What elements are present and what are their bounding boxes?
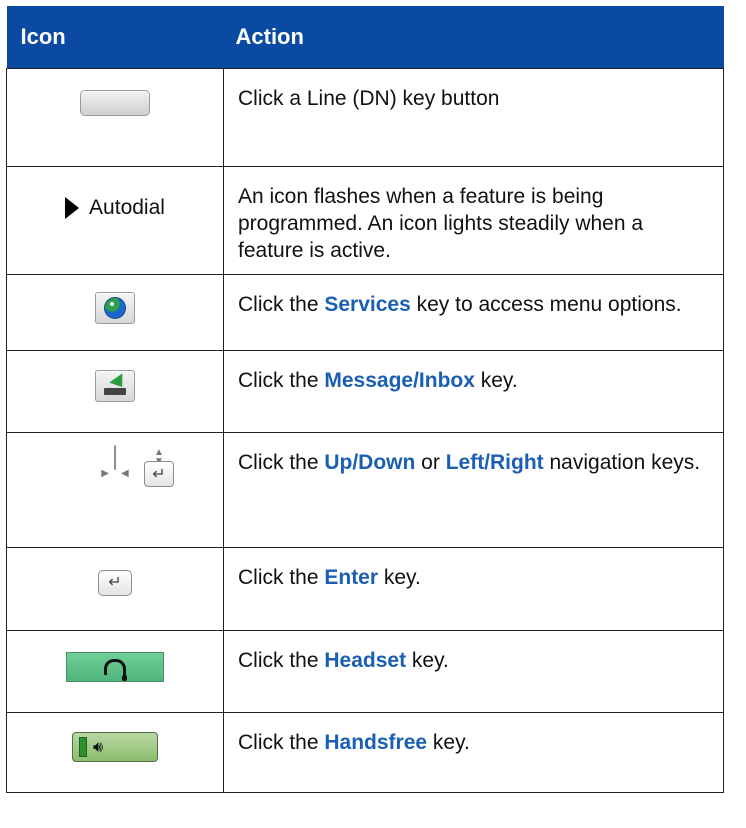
header-icon: Icon (6, 6, 224, 69)
table-row-navigation: ▲ ▼ ◀ ▶ ↵ Click the Up/Down or Left/Righ… (6, 432, 724, 548)
row-3-text-b: key to access menu options. (410, 293, 682, 316)
cell-action: Click a Line (DN) key button (223, 68, 724, 167)
table-row-handsfree: 🔊︎ Click the Handsfree key. (6, 712, 724, 793)
row-4-text-a: Click the (238, 369, 325, 392)
row-1-text: Click a Line (DN) key button (238, 87, 500, 110)
autodial-label: Autodial (89, 196, 165, 219)
cell-action: Click the Message/Inbox key. (223, 350, 724, 433)
row-5-text-a: Click the (238, 451, 325, 474)
cell-icon: ▲ ▼ ◀ ▶ ↵ (6, 432, 224, 548)
cell-action: Click the Up/Down or Left/Right navigati… (223, 432, 724, 548)
row-7-text-b: key. (406, 649, 449, 672)
message-inbox-key-icon (95, 370, 135, 402)
row-8-text-a: Click the (238, 731, 325, 754)
cell-action: Click the Handsfree key. (223, 712, 724, 793)
row-5-text-b: or (415, 451, 446, 474)
table-row-services: Click the Services key to access menu op… (6, 274, 724, 351)
line-key-button-icon (80, 90, 150, 123)
table-header-row: Icon Action (6, 6, 724, 69)
row-7-text-a: Click the (238, 649, 325, 672)
globe-icon (104, 297, 126, 319)
table-row-headset: Click the Headset key. (6, 630, 724, 713)
cell-action: Click the Enter key. (223, 547, 724, 631)
row-3-highlight: Services (324, 293, 411, 316)
services-key-icon (95, 292, 135, 326)
right-arrow-icon: ▶ (101, 468, 109, 479)
cell-action: An icon flashes when a feature is being … (223, 166, 724, 275)
headset-key-icon (66, 652, 164, 682)
inbox-icon (104, 373, 129, 395)
row-5-highlight-b: Left/Right (445, 451, 544, 474)
row-5-highlight-a: Up/Down (324, 451, 416, 474)
cell-icon: 🔊︎ (6, 712, 224, 793)
cell-action: Click the Headset key. (223, 630, 724, 713)
row-5-text-c: navigation keys. (543, 451, 701, 474)
icon-action-table: Icon Action Click a Line (DN) key button… (6, 6, 724, 793)
row-3-text-a: Click the (238, 293, 325, 316)
row-2-text: An icon flashes when a feature is being … (238, 185, 644, 262)
row-4-text-b: key. (474, 369, 518, 392)
cell-icon: ↵ (6, 547, 224, 631)
header-action: Action (223, 6, 724, 69)
handsfree-key-icon: 🔊︎ (72, 732, 158, 764)
table-row-line-key: Click a Line (DN) key button (6, 68, 724, 167)
cell-icon (6, 630, 224, 713)
row-6-text-a: Click the (238, 566, 325, 589)
cell-icon (6, 274, 224, 351)
table-row-autodial: Autodial An icon flashes when a feature … (6, 166, 724, 275)
headset-glyph-icon (104, 659, 127, 681)
row-8-highlight: Handsfree (324, 731, 428, 754)
table-row-enter: ↵ Click the Enter key. (6, 547, 724, 631)
row-7-highlight: Headset (324, 649, 407, 672)
speaker-icon: 🔊︎ (93, 738, 104, 756)
cell-icon (6, 68, 224, 167)
row-8-text-b: key. (427, 731, 470, 754)
row-4-highlight: Message/Inbox (324, 369, 475, 392)
row-6-text-b: key. (378, 566, 421, 589)
enter-key-icon: ↵ (98, 567, 132, 596)
play-triangle-icon (65, 196, 80, 219)
cell-icon: Autodial (6, 166, 224, 275)
table-row-message-inbox: Click the Message/Inbox key. (6, 350, 724, 433)
enter-glyph-icon: ↵ (144, 461, 174, 487)
led-indicator-icon (79, 737, 87, 757)
autodial-indicator: Autodial (65, 194, 165, 221)
left-arrow-icon: ◀ (121, 468, 129, 479)
cell-action: Click the Services key to access menu op… (223, 274, 724, 351)
row-6-highlight: Enter (324, 566, 379, 589)
cell-icon (6, 350, 224, 433)
navigation-pad-icon: ▲ ▼ ◀ ▶ ↵ (101, 444, 174, 487)
